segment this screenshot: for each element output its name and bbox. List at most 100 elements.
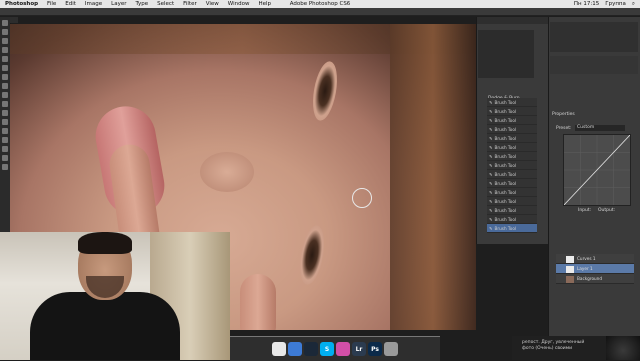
menu-layer[interactable]: Layer	[111, 1, 126, 7]
brush-icon: ✎	[489, 198, 493, 204]
quick-select-tool-icon[interactable]	[2, 47, 8, 53]
trash-icon[interactable]	[384, 342, 398, 356]
document-tab[interactable]	[10, 17, 18, 23]
history-row[interactable]: ✎ Brush Tool	[487, 116, 537, 125]
brush-tool-icon[interactable]	[2, 83, 8, 89]
search-icon[interactable]: ⌕	[632, 1, 635, 8]
brush-icon: ✎	[489, 135, 493, 141]
preset-select[interactable]: Custom	[575, 125, 625, 131]
history-row-label: Brush Tool	[494, 198, 517, 204]
brush-history-list[interactable]: ✎ Brush Tool ✎ Brush Tool ✎ Brush Tool ✎ Brush …	[487, 98, 537, 233]
history-row[interactable]: ✎ Brush Tool	[487, 98, 537, 107]
history-row-label: Brush Tool	[494, 135, 517, 141]
hand-tool-icon[interactable]	[2, 155, 8, 161]
history-brush-icon[interactable]	[2, 101, 8, 107]
finder-icon[interactable]	[288, 342, 302, 356]
menu-view[interactable]: View	[206, 1, 219, 7]
history-row[interactable]: ✎ Brush Tool	[487, 179, 537, 188]
history-row[interactable]: ✎ Brush Tool	[487, 206, 537, 215]
menu-edit[interactable]: Edit	[65, 1, 76, 7]
menu-type[interactable]: Type	[136, 1, 149, 7]
options-bar[interactable]	[0, 8, 640, 16]
history-row[interactable]: ✎ Brush Tool	[487, 134, 537, 143]
mac-dock: S Lr Ps	[230, 336, 440, 361]
notes-panel	[550, 56, 638, 74]
healing-tool-icon[interactable]	[2, 74, 8, 80]
marquee-tool-icon[interactable]	[2, 29, 8, 35]
layer-row[interactable]: Background	[556, 274, 634, 284]
history-row[interactable]: ✎ Brush Tool	[487, 215, 537, 224]
menu-filter[interactable]: Filter	[183, 1, 197, 7]
gradient-tool-icon[interactable]	[2, 119, 8, 125]
type-tool-icon[interactable]	[2, 146, 8, 152]
zoom-tool-icon[interactable]	[2, 164, 8, 170]
steam-icon[interactable]	[304, 342, 318, 356]
dodge-tool-icon[interactable]	[2, 128, 8, 134]
history-row[interactable]: ✎ Brush Tool	[487, 125, 537, 134]
notification-text: репост. Друг, увлеченный фото (Очень) св…	[522, 340, 585, 351]
user-menu[interactable]: Группа	[605, 1, 626, 8]
info-panel	[550, 22, 638, 52]
brush-icon: ✎	[489, 216, 493, 222]
brush-icon: ✎	[489, 144, 493, 150]
history-row-label: Brush Tool	[494, 99, 517, 105]
eye-upper	[308, 59, 342, 123]
history-row[interactable]: ✎ Brush Tool	[487, 170, 537, 179]
history-row[interactable]: ✎ Brush Tool	[487, 188, 537, 197]
presenter-shirt	[30, 292, 180, 360]
menu-image[interactable]: Image	[85, 1, 102, 7]
history-row[interactable]: ✎ Brush Tool	[487, 143, 537, 152]
menu-file[interactable]: File	[47, 1, 56, 7]
preset-label: Preset:	[556, 126, 572, 131]
eraser-tool-icon[interactable]	[2, 110, 8, 116]
hair-right	[390, 24, 476, 330]
history-row-label: Brush Tool	[494, 216, 517, 222]
layer-row[interactable]: Layer 1	[556, 264, 634, 274]
brush-icon: ✎	[489, 207, 493, 213]
history-row-label: Brush Tool	[494, 207, 517, 213]
layer-row[interactable]: Curves 1	[556, 254, 634, 264]
history-row[interactable]: ✎ Brush Tool	[487, 197, 537, 206]
history-row[interactable]: ✎ Brush Tool	[487, 161, 537, 170]
clock[interactable]: Пн 17:15	[574, 1, 599, 8]
history-row[interactable]: ✎ Brush Tool	[487, 224, 537, 233]
history-row-label: Brush Tool	[494, 171, 517, 177]
skype-icon[interactable]: S	[320, 342, 334, 356]
itunes-icon[interactable]	[336, 342, 350, 356]
app-menu[interactable]: Photoshop	[5, 1, 38, 7]
history-row-label: Brush Tool	[494, 225, 517, 231]
notification-avatar	[606, 336, 640, 360]
pen-tool-icon[interactable]	[2, 137, 8, 143]
webcam-overlay	[0, 232, 230, 360]
history-row-label: Brush Tool	[494, 144, 517, 150]
menu-select[interactable]: Select	[157, 1, 174, 7]
properties-title: Properties	[552, 112, 575, 117]
crop-tool-icon[interactable]	[2, 56, 8, 62]
brush-icon: ✎	[489, 117, 493, 123]
window-title: Adobe Photoshop CS6	[289, 1, 351, 7]
history-row[interactable]: ✎ Brush Tool	[487, 152, 537, 161]
history-row-label: Brush Tool	[494, 162, 517, 168]
lasso-tool-icon[interactable]	[2, 38, 8, 44]
stamp-tool-icon[interactable]	[2, 92, 8, 98]
chrome-icon[interactable]	[272, 342, 286, 356]
brush-icon: ✎	[489, 162, 493, 168]
history-states[interactable]	[478, 30, 534, 78]
menu-window[interactable]: Window	[228, 1, 250, 7]
move-tool-icon[interactable]	[2, 20, 8, 26]
notification-toast[interactable]: репост. Друг, увлеченный фото (Очень) св…	[512, 336, 640, 360]
brush-icon: ✎	[489, 126, 493, 132]
history-row-label: Brush Tool	[494, 153, 517, 159]
history-row-label: Brush Tool	[494, 180, 517, 186]
history-row[interactable]: ✎ Brush Tool	[487, 107, 537, 116]
lightroom-icon[interactable]: Lr	[352, 342, 366, 356]
curves-graph[interactable]	[563, 134, 631, 206]
brush-icon: ✎	[489, 225, 493, 231]
output-label: Output:	[598, 208, 616, 213]
history-row-label: Brush Tool	[494, 126, 517, 132]
brush-icon: ✎	[489, 108, 493, 114]
presenter-hair	[78, 232, 132, 254]
eyedropper-tool-icon[interactable]	[2, 65, 8, 71]
panel-header	[477, 17, 549, 24]
photoshop-icon[interactable]: Ps	[368, 342, 382, 356]
